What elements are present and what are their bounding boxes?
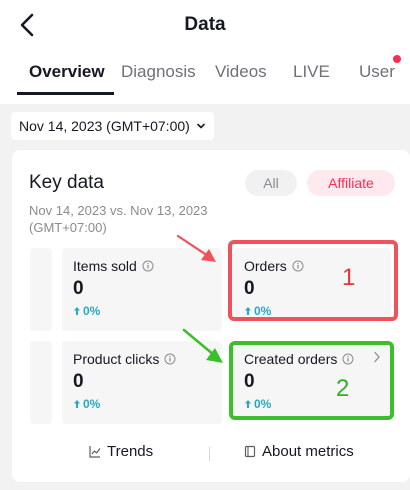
tab-bar: Overview Diagnosis Videos LIVE User <box>0 58 410 95</box>
trends-label: Trends <box>107 443 154 460</box>
divider <box>209 447 210 461</box>
metric-delta: 0% <box>83 304 101 318</box>
metric-tile-partial[interactable] <box>30 248 52 331</box>
tab-diagnosis[interactable]: Diagnosis <box>121 62 196 82</box>
date-filter-button[interactable]: Nov 14, 2023 (GMT+07:00) <box>11 112 214 140</box>
book-icon <box>244 445 256 458</box>
metric-value: 0 <box>73 371 84 392</box>
info-icon[interactable] <box>164 353 176 365</box>
active-tab-indicator <box>17 92 114 95</box>
info-icon[interactable] <box>142 260 154 272</box>
comparison-date-text: Nov 14, 2023 vs. Nov 13, 2023 (GMT+07:00… <box>29 203 208 235</box>
annotation-number-2: 2 <box>336 375 350 402</box>
notification-dot <box>393 55 401 63</box>
annotation-box-green <box>229 341 394 420</box>
trend-chart-icon <box>89 446 101 458</box>
tab-videos[interactable]: Videos <box>215 62 267 82</box>
chevron-down-icon <box>197 123 205 129</box>
metric-delta: 0% <box>83 397 101 411</box>
metric-tile-partial[interactable] <box>30 341 52 424</box>
about-metrics-button[interactable]: About metrics <box>244 443 354 460</box>
filter-affiliate-button[interactable]: Affiliate <box>307 170 395 196</box>
header: Data Overview Diagnosis Videos LIVE User <box>0 0 410 104</box>
metric-tile-product-clicks[interactable]: Product clicks 0 0% <box>62 341 222 424</box>
tab-live[interactable]: LIVE <box>293 62 330 82</box>
metric-label: Items sold <box>73 258 137 274</box>
annotation-box-red <box>228 240 398 321</box>
trends-button[interactable]: Trends <box>89 443 153 460</box>
metric-value: 0 <box>73 278 84 299</box>
arrow-up-icon <box>74 307 80 315</box>
annotation-number-1: 1 <box>342 264 356 291</box>
arrow-up-icon <box>74 400 80 408</box>
date-filter-label: Nov 14, 2023 (GMT+07:00) <box>19 118 190 134</box>
page-title: Data <box>184 14 226 35</box>
tab-user[interactable]: User <box>359 62 395 82</box>
about-metrics-label: About metrics <box>262 443 354 460</box>
tab-overview[interactable]: Overview <box>29 62 105 82</box>
metric-label: Product clicks <box>73 351 160 367</box>
filter-all-button[interactable]: All <box>245 170 297 196</box>
key-data-title: Key data <box>29 172 104 193</box>
metric-tile-items-sold[interactable]: Items sold 0 0% <box>62 248 222 331</box>
